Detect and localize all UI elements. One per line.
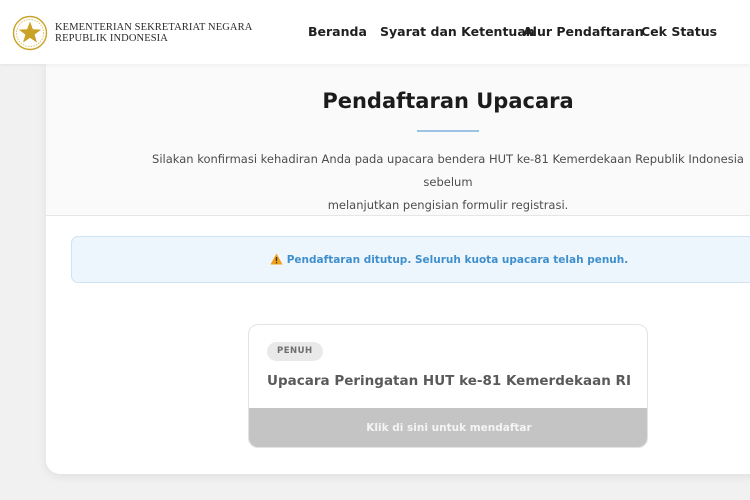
event-title: Upacara Peringatan HUT ke-81 Kemerdekaan… (267, 373, 631, 389)
warning-icon (270, 253, 283, 265)
nav-syarat-dan-ketentuan[interactable]: Syarat dan Ketentuan (380, 24, 535, 39)
alert-message: Pendaftaran ditutup. Seluruh kuota upaca… (286, 254, 629, 266)
alert-content: Pendaftaran ditutup. Seluruh kuota upaca… (72, 253, 750, 266)
intro-line-1: Silakan konfirmasi kehadiran Anda pada u… (152, 152, 744, 189)
nav-beranda[interactable]: Beranda (308, 24, 367, 39)
nav-cek-status[interactable]: Cek Status (641, 24, 717, 39)
registration-card: Pendaftaran Upacara Silakan konfirmasi k… (46, 64, 750, 474)
main-nav: Beranda Syarat dan Ketentuan Alur Pendaf… (0, 24, 750, 42)
registration-closed-alert: Pendaftaran ditutup. Seluruh kuota upaca… (71, 236, 750, 283)
nav-alur-pendaftaran[interactable]: Alur Pendaftaran (523, 24, 644, 39)
intro-text: Silakan konfirmasi kehadiran Anda pada u… (146, 148, 750, 217)
event-card: PENUH Upacara Peringatan HUT ke-81 Kemer… (248, 324, 648, 448)
status-badge: PENUH (267, 342, 323, 361)
card-header: Pendaftaran Upacara Silakan konfirmasi k… (46, 64, 750, 216)
intro-line-2: melanjutkan pengisian formulir registras… (327, 198, 569, 212)
top-navbar: KEMENTERIAN SEKRETARIAT NEGARA REPUBLIK … (0, 0, 750, 64)
register-button[interactable]: Klik di sini untuk mendaftar (249, 408, 647, 447)
title-divider (417, 130, 479, 132)
page-title: Pendaftaran Upacara (322, 89, 574, 113)
